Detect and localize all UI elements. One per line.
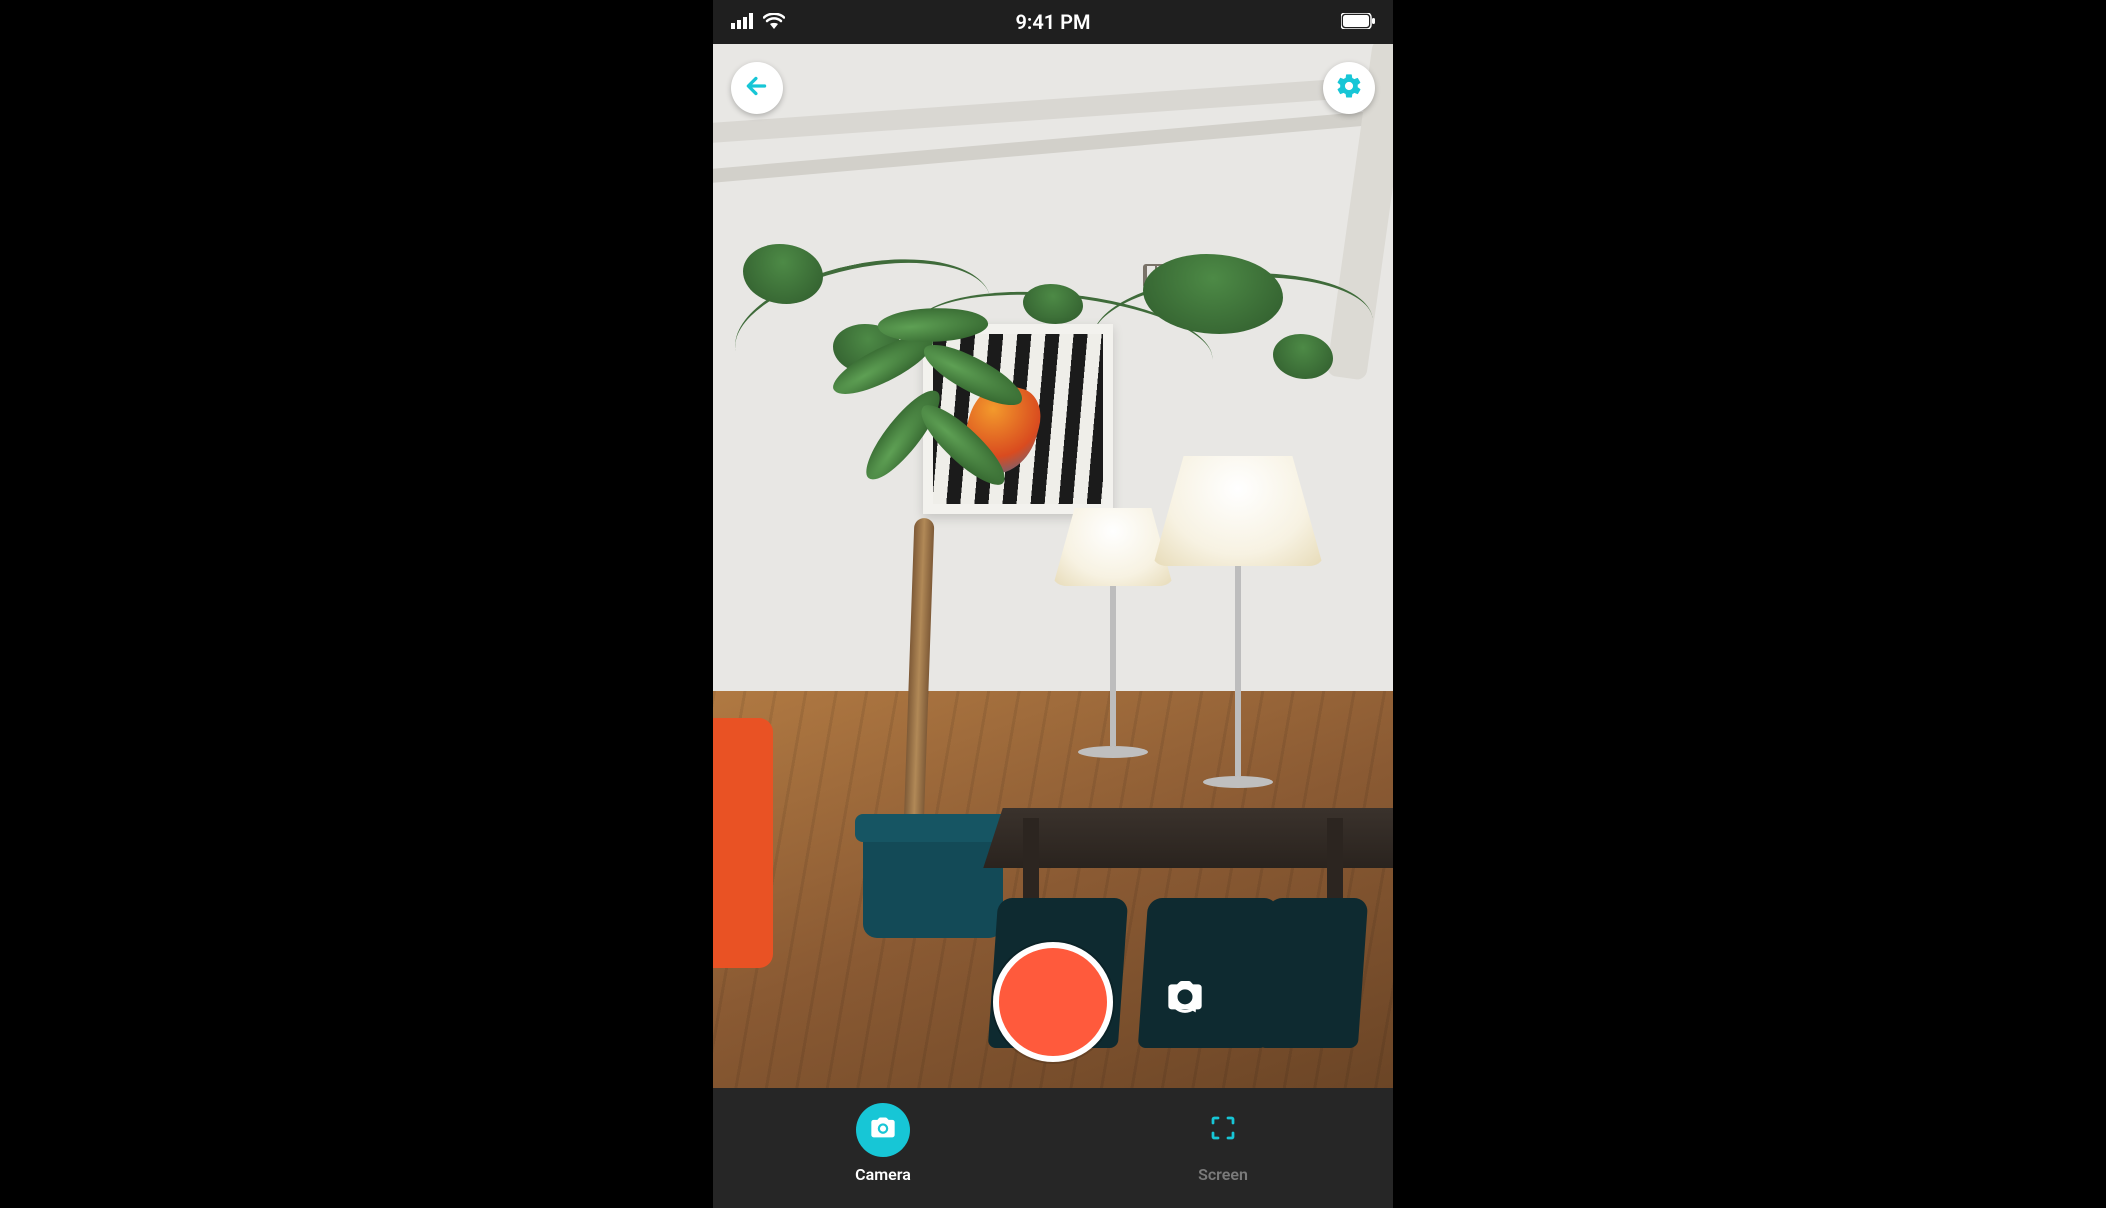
wifi-icon (763, 10, 785, 34)
plant-pot (863, 828, 1003, 938)
tab-camera[interactable]: Camera (823, 1103, 943, 1184)
orange-sofa (713, 718, 773, 968)
table-lamp (1153, 456, 1323, 788)
tab-screen[interactable]: Screen (1163, 1103, 1283, 1184)
screen-record-icon (1208, 1113, 1238, 1147)
tab-camera-label: Camera (855, 1165, 911, 1184)
camera-viewfinder[interactable] (713, 44, 1393, 1088)
tab-screen-label: Screen (1198, 1165, 1248, 1184)
back-button[interactable] (731, 62, 783, 114)
cellular-signal-icon (731, 10, 755, 34)
flip-camera-button[interactable] (1163, 976, 1207, 1020)
status-bar: 9:41 PM (713, 0, 1393, 44)
flip-camera-icon (1165, 976, 1205, 1020)
arrow-left-icon (744, 73, 770, 103)
status-time: 9:41 PM (713, 10, 1393, 34)
record-button[interactable] (993, 942, 1113, 1062)
bottom-tab-bar: Camera Screen (713, 1088, 1393, 1208)
camera-icon (869, 1114, 897, 1146)
phone-frame: 9:41 PM (713, 0, 1393, 1208)
settings-button[interactable] (1323, 62, 1375, 114)
gear-icon (1335, 72, 1363, 104)
battery-icon (1341, 10, 1375, 34)
